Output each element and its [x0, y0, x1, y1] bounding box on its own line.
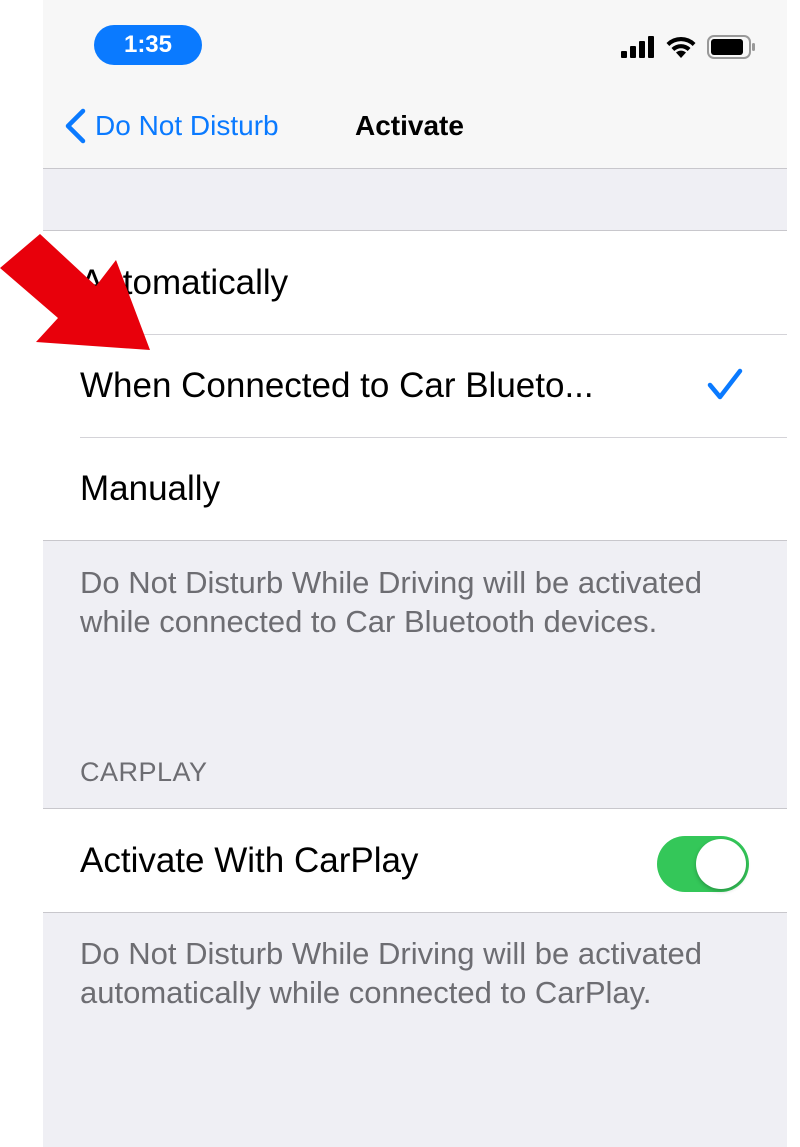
status-icons	[621, 32, 757, 62]
activate-footer-text: Do Not Disturb While Driving will be act…	[80, 565, 702, 639]
battery-icon	[707, 35, 755, 59]
option-label: Automatically	[80, 262, 289, 302]
option-manually[interactable]: Manually	[43, 437, 787, 540]
carplay-toggle-switch[interactable]	[657, 836, 749, 892]
carplay-toggle-row: Activate With CarPlay	[43, 809, 787, 912]
cellular-signal-icon	[621, 36, 654, 58]
page: 1:35 Do Not Disturb Activate Automatical…	[0, 0, 800, 1147]
navigation-bar: Do Not Disturb Activate	[43, 76, 787, 169]
option-label: Manually	[80, 468, 221, 508]
checkmark-icon	[707, 368, 743, 400]
option-automatically[interactable]: Automatically	[43, 231, 787, 334]
status-bar: 1:35	[43, 0, 787, 76]
section-header-carplay: CARPLAY	[80, 757, 208, 787]
carplay-toggle-label: Activate With CarPlay	[80, 840, 419, 880]
activate-options-list: Automatically When Connected to Car Blue…	[43, 230, 787, 541]
back-button-label: Do Not Disturb	[95, 110, 279, 141]
back-button[interactable]: Do Not Disturb	[63, 106, 279, 146]
page-title: Activate	[355, 110, 464, 141]
carplay-list: Activate With CarPlay	[43, 808, 787, 913]
option-label: When Connected to Car Blueto...	[80, 365, 594, 405]
chevron-left-icon	[65, 108, 86, 144]
phone-screen: 1:35 Do Not Disturb Activate Automatical…	[43, 0, 787, 1147]
carplay-footer-text: Do Not Disturb While Driving will be act…	[80, 936, 702, 1010]
status-time: 1:35	[94, 25, 202, 65]
option-car-bluetooth[interactable]: When Connected to Car Blueto...	[43, 334, 787, 437]
wifi-icon	[666, 36, 696, 58]
toggle-knob	[696, 839, 746, 889]
